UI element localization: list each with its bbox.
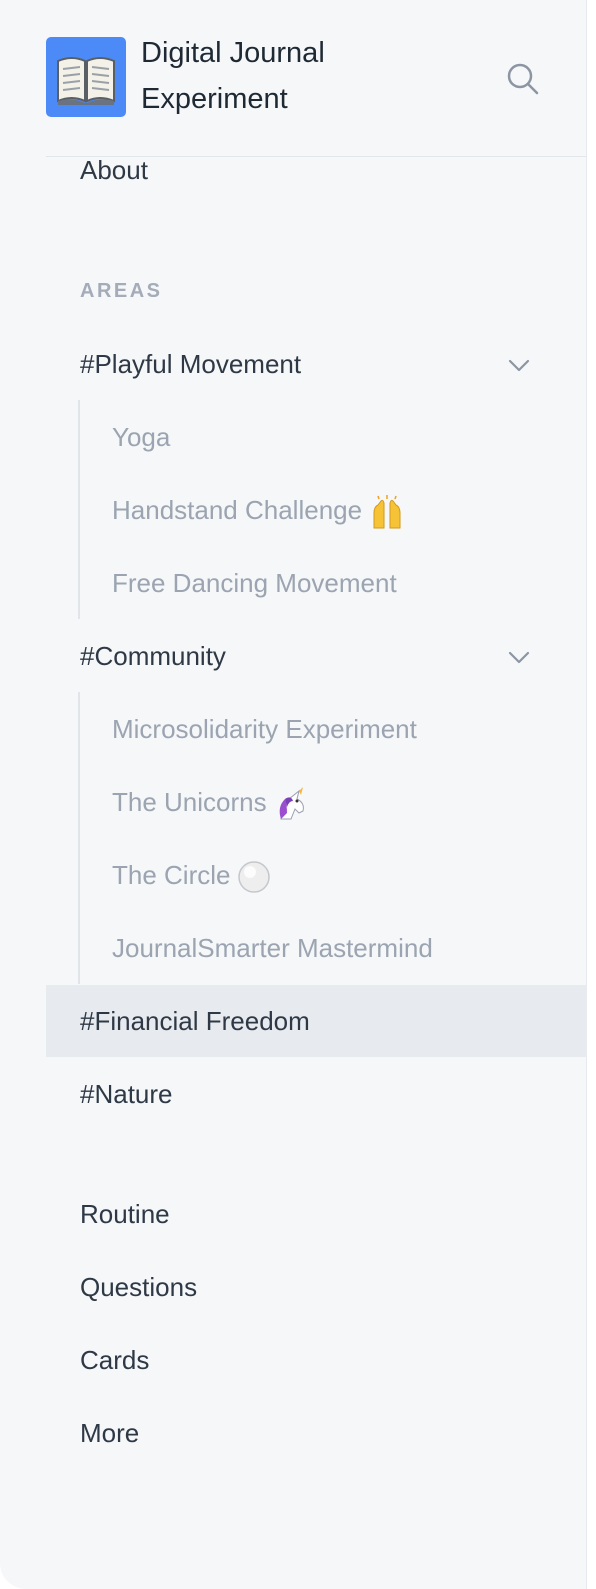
sub-item-handstand-challenge[interactable]: Handstand Challenge (112, 494, 406, 529)
area-label: #Community (80, 641, 226, 671)
sub-item-label: The Unicorns (112, 787, 267, 817)
nav-routine[interactable]: Routine (80, 1198, 170, 1230)
areas-section-label: AREAS (80, 280, 163, 302)
subgroup-divider (78, 400, 80, 619)
sub-item-label: Handstand Challenge (112, 495, 363, 525)
app-logo[interactable] (46, 37, 126, 117)
area-nature[interactable]: #Nature (46, 1058, 587, 1130)
sub-item-microsolidarity-experiment[interactable]: Microsolidarity Experiment (112, 713, 417, 745)
sub-item-label: The Circle (112, 860, 231, 890)
sidebar: Digital Journal Experiment About AREAS #… (0, 0, 587, 1589)
area-label: #Playful Movement (80, 349, 302, 379)
area-financial-freedom[interactable]: #Financial Freedom (46, 985, 587, 1057)
subgroup-divider (78, 692, 80, 984)
nav-questions[interactable]: Questions (80, 1271, 197, 1303)
area-playful-movement[interactable]: #Playful Movement (46, 328, 587, 400)
open-book-icon (57, 57, 115, 105)
raising-hands-emoji-icon (373, 495, 401, 529)
area-label: #Financial Freedom (80, 1006, 310, 1036)
unicorn-emoji-icon (279, 787, 304, 820)
white-circle-emoji-icon (238, 861, 271, 893)
sub-item-the-unicorns[interactable]: The Unicorns (112, 786, 309, 821)
nav-more[interactable]: More (80, 1417, 139, 1449)
nav-cards[interactable]: Cards (80, 1344, 149, 1376)
sub-item-journalsmarter-mastermind[interactable]: JournalSmarter Mastermind (112, 932, 433, 964)
sidebar-header: Digital Journal Experiment (46, 0, 587, 157)
area-community[interactable]: #Community (46, 620, 587, 692)
sub-item-free-dancing-movement[interactable]: Free Dancing Movement (112, 567, 397, 599)
sub-item-the-circle[interactable]: The Circle (112, 859, 272, 894)
app-title: Digital Journal Experiment (141, 37, 325, 115)
search-icon (507, 63, 539, 95)
chevron-down-icon[interactable] (507, 353, 531, 377)
sub-item-yoga[interactable]: Yoga (112, 421, 170, 453)
area-label: #Nature (80, 1079, 173, 1109)
search-button[interactable] (506, 62, 540, 96)
nav-about[interactable]: About (80, 154, 148, 186)
chevron-down-icon[interactable] (507, 645, 531, 669)
